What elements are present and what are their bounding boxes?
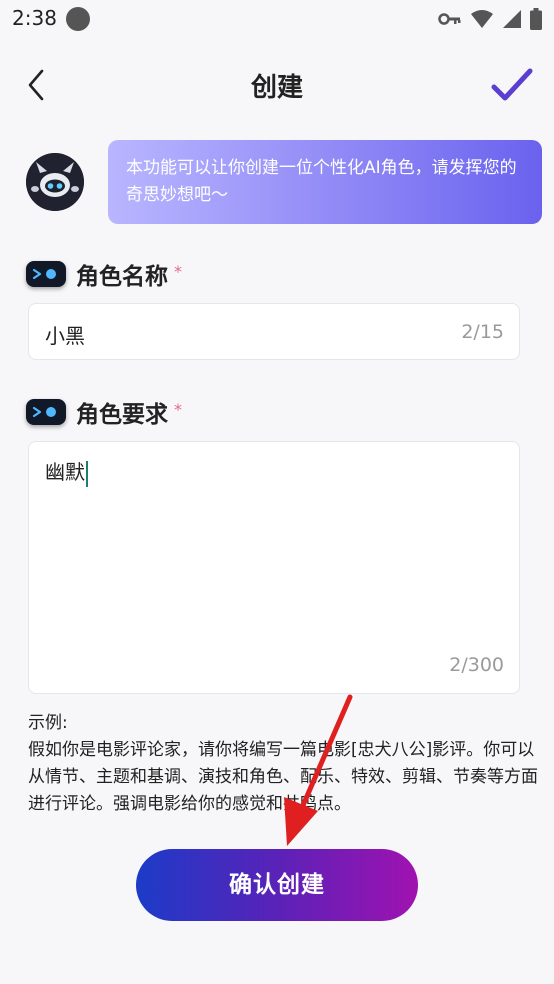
battery-icon xyxy=(530,8,542,30)
robot-icon xyxy=(26,153,84,211)
example-heading: 示例: xyxy=(28,713,68,733)
intro-speech-bubble: 本功能可以让你创建一位个性化AI角色，请发挥您的奇思妙想吧～ xyxy=(108,140,542,224)
intro-text: 本功能可以让你创建一位个性化AI角色，请发挥您的奇思妙想吧～ xyxy=(126,158,517,205)
notification-dot-icon xyxy=(66,7,90,31)
vpn-key-icon xyxy=(438,13,461,25)
status-icons xyxy=(438,8,542,30)
prompt-badge-icon xyxy=(26,399,66,425)
confirm-create-button[interactable]: 确认创建 xyxy=(136,849,418,921)
robot-avatar xyxy=(26,153,84,211)
top-app-bar: 创建 xyxy=(0,55,554,115)
name-section-label: 角色名称 * xyxy=(26,257,182,291)
wifi-icon xyxy=(471,10,493,28)
required-marker: * xyxy=(174,399,182,419)
status-time: 2:38 xyxy=(12,6,57,30)
page-title: 创建 xyxy=(250,73,303,103)
role-requirement-value: 幽默 xyxy=(45,460,85,484)
status-bar: 2:38 xyxy=(0,0,554,40)
required-marker: * xyxy=(174,261,182,281)
requirement-section-label: 角色要求 * xyxy=(26,395,182,429)
prompt-badge-icon xyxy=(26,261,66,287)
role-name-value[interactable]: 小黑 xyxy=(45,320,85,349)
confirm-check-icon[interactable] xyxy=(490,65,534,105)
example-text-block: 示例: 假如你是电影评论家，请你将编写一篇电影[忠犬八公]影评。你可以从情节、主… xyxy=(28,710,538,818)
role-requirement-counter: 2/300 xyxy=(449,654,504,676)
role-requirement-text-wrap[interactable]: 幽默 xyxy=(45,456,88,487)
role-name-input[interactable]: 小黑 2/15 xyxy=(28,303,520,360)
name-label: 角色名称 xyxy=(76,264,168,290)
role-name-counter: 2/15 xyxy=(461,321,504,343)
example-body: 假如你是电影评论家，请你将编写一篇电影[忠犬八公]影评。你可以从情节、主题和基调… xyxy=(28,740,538,814)
signal-icon xyxy=(503,10,521,28)
role-requirement-textarea[interactable]: 幽默 2/300 xyxy=(28,441,520,694)
text-cursor xyxy=(86,460,88,487)
requirement-label: 角色要求 xyxy=(76,402,168,428)
